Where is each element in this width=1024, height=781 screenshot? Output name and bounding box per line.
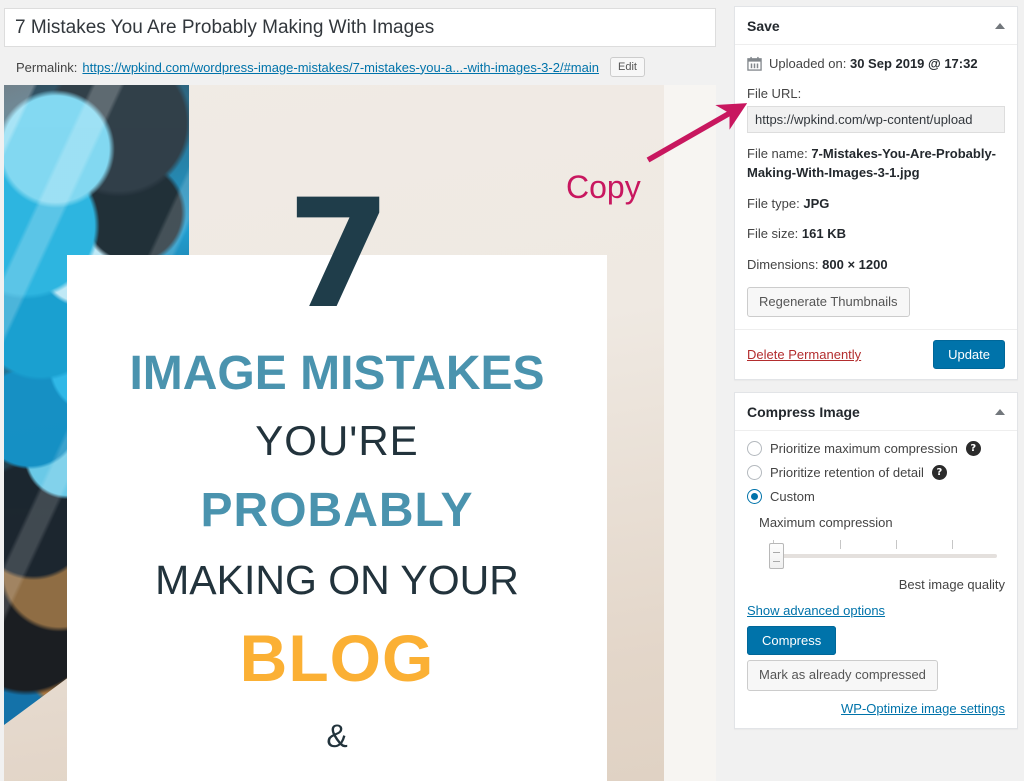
file-url-value: https://wpkind.com/wp-content/upload bbox=[755, 111, 973, 127]
file-size-label: File size: bbox=[747, 226, 799, 242]
image-line-4: MAKING ON YOUR bbox=[155, 557, 519, 603]
chevron-up-icon[interactable] bbox=[995, 408, 1005, 415]
uploaded-on-text: Uploaded on: 30 Sep 2019 @ 17:32 bbox=[769, 55, 978, 74]
slider-right-caption: Best image quality bbox=[898, 576, 1005, 592]
wordpress-media-edit-screen: 7 Mistakes You Are Probably Making With … bbox=[0, 0, 1024, 781]
image-text-card: 7 IMAGE MISTAKES YOU'RE PROBABLY MAKING … bbox=[67, 180, 607, 781]
uploaded-on-value: 30 Sep 2019 @ 17:32 bbox=[849, 56, 978, 71]
file-size-value: 161 KB bbox=[801, 226, 846, 242]
compress-button[interactable]: Compress bbox=[747, 626, 837, 656]
post-title-text: 7 Mistakes You Are Probably Making With … bbox=[15, 17, 435, 38]
file-url-label: File URL: bbox=[747, 85, 802, 101]
compress-image-panel: Compress Image Prioritize maximum compre… bbox=[734, 392, 1018, 729]
slider-tick bbox=[840, 539, 842, 549]
image-line-1: IMAGE MISTAKES bbox=[129, 347, 545, 400]
file-size-row: File size: 161 KB bbox=[747, 225, 1005, 244]
save-panel-footer: Delete Permanently Update bbox=[735, 329, 1017, 379]
option-custom[interactable]: Custom bbox=[747, 489, 1005, 505]
editor-main-column: 7 Mistakes You Are Probably Making With … bbox=[0, 0, 730, 781]
slider-tick bbox=[896, 539, 898, 549]
help-icon[interactable]: ? bbox=[965, 441, 981, 457]
radio-icon[interactable] bbox=[747, 441, 762, 457]
dimensions-label: Dimensions: bbox=[747, 257, 819, 273]
delete-permanently-link[interactable]: Delete Permanently bbox=[747, 347, 861, 362]
uploaded-on-label: Uploaded on: bbox=[769, 56, 847, 71]
image-line-2: YOU'RE bbox=[255, 417, 419, 464]
image-line-6: & bbox=[326, 718, 348, 754]
option-label: Prioritize retention of detail bbox=[770, 465, 924, 481]
save-panel-header[interactable]: Save bbox=[735, 7, 1017, 45]
file-name-row: File name: 7-Mistakes-You-Are-Probably-M… bbox=[747, 145, 1005, 183]
permalink-link[interactable]: https://wpkind.com/wordpress-image-mista… bbox=[82, 60, 599, 75]
save-panel-body: Uploaded on: 30 Sep 2019 @ 17:32 File UR… bbox=[735, 45, 1017, 329]
calendar-icon bbox=[747, 56, 762, 71]
update-button[interactable]: Update bbox=[933, 340, 1005, 370]
file-name-label: File name: bbox=[747, 145, 808, 161]
show-advanced-options-link[interactable]: Show advanced options bbox=[747, 603, 885, 618]
compression-slider[interactable] bbox=[759, 539, 1005, 570]
radio-icon[interactable] bbox=[747, 489, 762, 505]
option-label: Prioritize maximum compression bbox=[770, 441, 958, 457]
slider-left-caption: Maximum compression bbox=[759, 515, 893, 531]
slider-tick bbox=[952, 539, 954, 549]
chevron-up-icon[interactable] bbox=[995, 22, 1005, 29]
option-prioritize-max-compression[interactable]: Prioritize maximum compression ? bbox=[747, 441, 1005, 457]
file-type-row: File type: JPG bbox=[747, 195, 1005, 214]
featured-image-preview[interactable]: 7 IMAGE MISTAKES YOU'RE PROBABLY MAKING … bbox=[4, 85, 716, 781]
featured-image-canvas: 7 IMAGE MISTAKES YOU'RE PROBABLY MAKING … bbox=[4, 85, 664, 781]
option-prioritize-detail[interactable]: Prioritize retention of detail ? bbox=[747, 465, 1005, 481]
file-url-input[interactable]: https://wpkind.com/wp-content/upload bbox=[747, 105, 1005, 133]
help-icon[interactable]: ? bbox=[931, 465, 947, 481]
wp-optimize-image-settings-link[interactable]: WP-Optimize image settings bbox=[747, 701, 1005, 716]
compression-slider-block: Maximum compression Best image quality bbox=[759, 514, 1005, 593]
mark-already-compressed-button[interactable]: Mark as already compressed bbox=[747, 660, 938, 691]
file-type-value: JPG bbox=[803, 195, 830, 211]
option-label: Custom bbox=[770, 489, 815, 505]
slider-ticks bbox=[773, 539, 997, 549]
file-type-label: File type: bbox=[747, 195, 800, 211]
slider-thumb[interactable] bbox=[769, 542, 784, 569]
permalink-label: Permalink: bbox=[16, 59, 78, 75]
dimensions-value: 800 × 1200 bbox=[822, 257, 888, 273]
uploaded-on-row: Uploaded on: 30 Sep 2019 @ 17:32 bbox=[747, 55, 1005, 74]
permalink-edit-button[interactable]: Edit bbox=[609, 56, 645, 78]
dimensions-row: Dimensions: 800 × 1200 bbox=[747, 256, 1005, 275]
compress-panel-body: Prioritize maximum compression ? Priorit… bbox=[735, 431, 1017, 727]
compress-panel-header[interactable]: Compress Image bbox=[735, 393, 1017, 432]
slider-rail[interactable] bbox=[773, 553, 997, 558]
editor-sidebar: Save Uploaded on: 30 Sep 2019 @ 17:32 Fi… bbox=[734, 6, 1018, 741]
post-title-input[interactable]: 7 Mistakes You Are Probably Making With … bbox=[4, 8, 716, 47]
save-panel: Save Uploaded on: 30 Sep 2019 @ 17:32 Fi… bbox=[734, 6, 1018, 381]
save-panel-title: Save bbox=[747, 17, 780, 34]
regenerate-thumbnails-button[interactable]: Regenerate Thumbnails bbox=[747, 287, 910, 318]
image-number-seven: 7 bbox=[286, 168, 391, 342]
compress-panel-title: Compress Image bbox=[747, 403, 860, 420]
radio-icon[interactable] bbox=[747, 465, 762, 481]
image-line-3: PROBABLY bbox=[200, 484, 474, 537]
image-line-5: BLOG bbox=[239, 621, 435, 695]
permalink-row: Permalink: https://wpkind.com/wordpress-… bbox=[16, 55, 716, 79]
